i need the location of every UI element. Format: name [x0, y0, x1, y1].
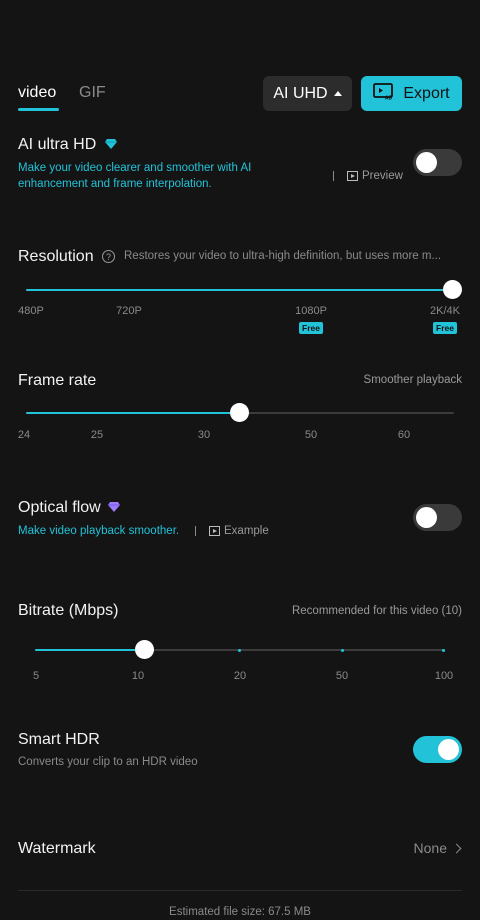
ai-ultra-hd-title: AI ultra HD: [18, 136, 117, 154]
smart-hdr-title: Smart HDR: [18, 731, 100, 748]
separator: [195, 526, 196, 536]
frame-rate-note: Smoother playback: [363, 374, 462, 386]
footer-divider: [18, 890, 462, 891]
bitrate-note: Recommended for this video (10): [291, 605, 462, 617]
optical-flow-toggle[interactable]: [413, 504, 462, 531]
watermark-selector[interactable]: None: [413, 840, 462, 856]
resolution-slider-track[interactable]: [26, 289, 454, 291]
chevron-right-icon: [451, 843, 462, 853]
bitrate-step-dot: [238, 649, 241, 652]
smart-hdr-toggle[interactable]: [413, 736, 462, 763]
separator: [333, 171, 334, 181]
optical-flow-title: Optical flow: [18, 499, 121, 517]
watermark-value: None: [413, 840, 447, 856]
preview-link[interactable]: Preview: [333, 170, 403, 182]
optical-flow-label: Optical flow: [18, 499, 101, 517]
watermark-title: Watermark: [18, 840, 96, 857]
bitrate-slider-thumb[interactable]: [135, 640, 154, 659]
optical-flow-description: Make video playback smoother.: [18, 525, 180, 537]
resolution-option-1080p[interactable]: 1080P: [295, 305, 327, 317]
toggle-knob: [416, 507, 437, 528]
bitrate-title: Bitrate (Mbps): [18, 602, 119, 619]
resolution-slider-thumb[interactable]: [443, 280, 462, 299]
resolution-hint: Restores your video to ultra-high defini…: [124, 250, 442, 262]
bitrate-option-50[interactable]: 50: [336, 670, 348, 682]
smart-hdr-description: Converts your clip to an HDR video: [18, 756, 198, 768]
toggle-knob: [438, 739, 459, 760]
estimated-file-size: Estimated file size: 67.5 MB: [169, 906, 311, 918]
free-badge-1080p: Free: [299, 322, 323, 334]
tab-gif[interactable]: GIF: [79, 84, 106, 102]
quality-label: AI UHD: [273, 84, 328, 102]
toggle-knob: [416, 152, 437, 173]
tab-active-indicator: [18, 108, 59, 111]
export-label: Export: [403, 84, 450, 102]
preview-label: Preview: [362, 170, 403, 182]
tab-video[interactable]: video: [18, 84, 56, 102]
frame-rate-option-25[interactable]: 25: [91, 429, 103, 441]
frame-rate-option-50[interactable]: 50: [305, 429, 317, 441]
ai-ultra-hd-label: AI ultra HD: [18, 136, 97, 154]
resolution-option-480p[interactable]: 480P: [18, 305, 44, 317]
bitrate-step-dot: [341, 649, 344, 652]
export-ad-icon: AD: [373, 82, 394, 105]
bitrate-step-dot: [442, 649, 445, 652]
frame-rate-option-24[interactable]: 24: [18, 429, 30, 441]
ai-ultra-hd-desc-line2: enhancement and frame interpolation.: [18, 178, 212, 190]
resolution-title: Resolution: [18, 248, 94, 265]
ai-ultra-hd-desc-line1: Make your video clearer and smoother wit…: [18, 162, 252, 174]
bitrate-option-10[interactable]: 10: [132, 670, 144, 682]
help-icon[interactable]: ?: [102, 250, 115, 263]
diamond-icon: [108, 499, 121, 517]
quality-dropdown-button[interactable]: AI UHD: [263, 76, 352, 111]
diamond-icon: [104, 136, 117, 154]
frame-rate-option-30[interactable]: 30: [198, 429, 210, 441]
example-label: Example: [224, 525, 269, 537]
free-badge-2k4k: Free: [433, 322, 457, 334]
bitrate-option-20[interactable]: 20: [234, 670, 246, 682]
example-link[interactable]: Example: [195, 525, 269, 537]
ai-ultra-hd-description: Make your video clearer and smoother wit…: [18, 160, 251, 192]
bitrate-option-5[interactable]: 5: [33, 670, 39, 682]
frame-rate-title: Frame rate: [18, 372, 97, 389]
play-preview-icon: [209, 526, 220, 536]
bitrate-option-100[interactable]: 100: [435, 670, 453, 682]
ai-ultra-hd-toggle[interactable]: [413, 149, 462, 176]
resolution-option-720p[interactable]: 720P: [116, 305, 142, 317]
resolution-option-2k4k[interactable]: 2K/4K: [430, 305, 460, 317]
svg-text:AD: AD: [385, 95, 393, 100]
bitrate-slider-fill: [35, 649, 145, 651]
chevron-up-icon: [333, 91, 342, 96]
frame-rate-slider-fill: [26, 412, 240, 414]
resolution-slider-fill: [26, 289, 454, 291]
frame-rate-slider-thumb[interactable]: [230, 403, 249, 422]
play-preview-icon: [347, 171, 358, 181]
frame-rate-option-60[interactable]: 60: [398, 429, 410, 441]
export-button[interactable]: AD Export: [361, 76, 462, 111]
